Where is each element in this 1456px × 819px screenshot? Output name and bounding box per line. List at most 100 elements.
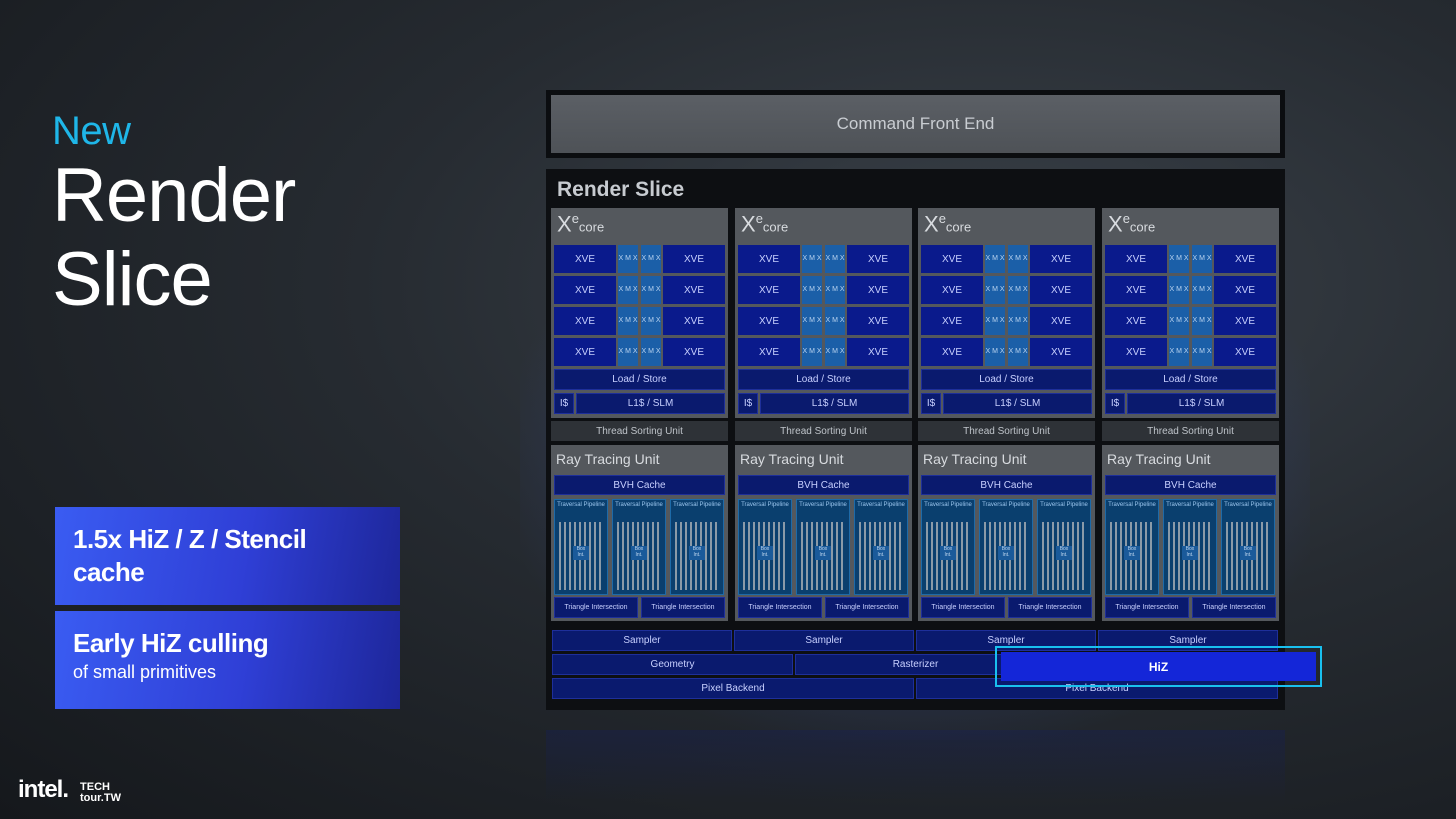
xve-block: XVE	[1030, 276, 1092, 304]
xmx-block: X M X	[985, 338, 1005, 366]
box-intersection: Box Int.	[1124, 546, 1140, 560]
xe-core-core: core	[578, 219, 605, 235]
bvh-cache: BVH Cache	[1105, 475, 1276, 495]
xe-core-label: Xecore	[1108, 211, 1155, 237]
xmx-block: X M X	[985, 276, 1005, 304]
xmx-block: X M X	[1192, 338, 1212, 366]
heading: New Render Slice	[52, 108, 296, 322]
xve-row: XVE X M XX M X XVE	[1105, 245, 1276, 273]
kicker: New	[52, 109, 131, 153]
xve-block: XVE	[1214, 276, 1276, 304]
traversal-label: Traversal Pipeline	[741, 502, 789, 508]
feature-box-culling: Early HiZ culling of small primitives	[55, 611, 400, 709]
xe-core-label: Xecore	[741, 211, 788, 237]
xve-block: XVE	[921, 307, 983, 335]
title-line-1: Render	[52, 153, 296, 238]
xmx-block: X M X	[1169, 307, 1189, 335]
ray-tracing-unit: Ray Tracing Unit BVH Cache Traversal Pipel…	[735, 445, 912, 621]
xe-core-label: Xecore	[557, 211, 604, 237]
traversal-label: Traversal Pipeline	[857, 502, 905, 508]
xmx-block: X M X	[985, 307, 1005, 335]
xve-block: XVE	[1214, 245, 1276, 273]
feature-box-cache: 1.5x HiZ / Z / Stencil cache	[55, 507, 400, 605]
xe-core-x: X	[1108, 211, 1123, 237]
triangle-intersection: Triangle Intersection	[1008, 597, 1092, 618]
xve-row: XVE X M XX M X XVE	[1105, 338, 1276, 366]
traversal-label: Traversal Pipeline	[1166, 502, 1214, 508]
xe-core: Xecore XVE X M XX M X XVE XVE X M XX M X XVE XV…	[918, 208, 1095, 418]
xmx-block: X M X	[618, 276, 638, 304]
xmx-block: X M X	[825, 338, 845, 366]
xmx-block: X M X	[641, 338, 661, 366]
load-store: Load / Store	[921, 369, 1092, 390]
xve-row: XVE X M XX M X XVE	[554, 338, 725, 366]
traversal-label: Traversal Pipeline	[1040, 502, 1088, 508]
xve-block: XVE	[1030, 307, 1092, 335]
xve-row: XVE X M XX M X XVE	[1105, 307, 1276, 335]
xve-row: XVE X M XX M X XVE	[738, 338, 909, 366]
xmx-block: X M X	[1008, 338, 1028, 366]
instruction-cache: I$	[738, 393, 758, 414]
xve-block: XVE	[554, 338, 616, 366]
ray-tracing-label: Ray Tracing Unit	[923, 451, 1027, 467]
l1-slm: L1$ / SLM	[760, 393, 909, 414]
xmx-block: X M X	[1169, 338, 1189, 366]
traversal-label: Traversal Pipeline	[982, 502, 1030, 508]
traversal-label: Traversal Pipeline	[799, 502, 847, 508]
xve-row: XVE X M XX M X XVE	[554, 307, 725, 335]
xve-block: XVE	[847, 245, 909, 273]
xmx-block: X M X	[618, 245, 638, 273]
triangle-intersection: Triangle Intersection	[1105, 597, 1189, 618]
feature-subtext: of small primitives	[73, 662, 217, 682]
xmx-block: X M X	[618, 307, 638, 335]
xve-row: XVE X M XX M X XVE	[554, 276, 725, 304]
xve-block: XVE	[1105, 338, 1167, 366]
xmx-block: X M X	[1192, 307, 1212, 335]
instruction-cache: I$	[1105, 393, 1125, 414]
xve-row: XVE X M XX M X XVE	[921, 245, 1092, 273]
xmx-block: X M X	[802, 245, 822, 273]
xe-core-e: e	[1122, 211, 1130, 226]
xmx-block: X M X	[1008, 307, 1028, 335]
box-intersection: Box Int.	[631, 546, 647, 560]
xve-block: XVE	[738, 245, 800, 273]
ray-tracing-unit: Ray Tracing Unit BVH Cache Traversal Pipel…	[551, 445, 728, 621]
xmx-block: X M X	[1008, 245, 1028, 273]
bvh-cache: BVH Cache	[554, 475, 725, 495]
load-store: Load / Store	[1105, 369, 1276, 390]
xve-block: XVE	[847, 307, 909, 335]
traversal-pipeline: Traversal Pipeline Box Int.	[738, 499, 792, 595]
l1-slm: L1$ / SLM	[576, 393, 725, 414]
xve-row: XVE X M XX M X XVE	[554, 245, 725, 273]
xve-row: XVE X M XX M X XVE	[738, 307, 909, 335]
traversal-label: Traversal Pipeline	[1224, 502, 1272, 508]
xve-block: XVE	[921, 245, 983, 273]
box-intersection: Box Int.	[940, 546, 956, 560]
render-slice: Render Slice Xecore XVE X M XX M X XVE XVE X …	[546, 169, 1285, 710]
xve-block: XVE	[1030, 338, 1092, 366]
sampler: Sampler	[552, 630, 732, 651]
ray-tracing-label: Ray Tracing Unit	[740, 451, 844, 467]
thread-sorting-unit: Thread Sorting Unit	[1102, 421, 1279, 441]
xe-core-e: e	[571, 211, 579, 226]
instruction-cache: I$	[921, 393, 941, 414]
xe-core-core: core	[1129, 219, 1156, 235]
triangle-intersection: Triangle Intersection	[641, 597, 725, 618]
xe-core-x: X	[557, 211, 572, 237]
xmx-block: X M X	[1169, 245, 1189, 273]
ray-tracing-unit: Ray Tracing Unit BVH Cache Traversal Pipel…	[1102, 445, 1279, 621]
xe-core-label: Xecore	[924, 211, 971, 237]
xve-block: XVE	[847, 338, 909, 366]
sampler: Sampler	[734, 630, 914, 651]
xve-block: XVE	[554, 245, 616, 273]
feature-heading: Early HiZ culling	[73, 628, 269, 658]
hiz-block: HiZ	[1001, 652, 1316, 681]
xve-block: XVE	[554, 276, 616, 304]
xe-core: Xecore XVE X M XX M X XVE XVE X M XX M X XVE XV…	[551, 208, 728, 418]
traversal-pipeline: Traversal Pipeline Box Int.	[854, 499, 908, 595]
xve-block: XVE	[738, 276, 800, 304]
geometry: Geometry	[552, 654, 793, 675]
xve-row: XVE X M XX M X XVE	[921, 338, 1092, 366]
xmx-block: X M X	[1169, 276, 1189, 304]
box-intersection: Box Int.	[1240, 546, 1256, 560]
